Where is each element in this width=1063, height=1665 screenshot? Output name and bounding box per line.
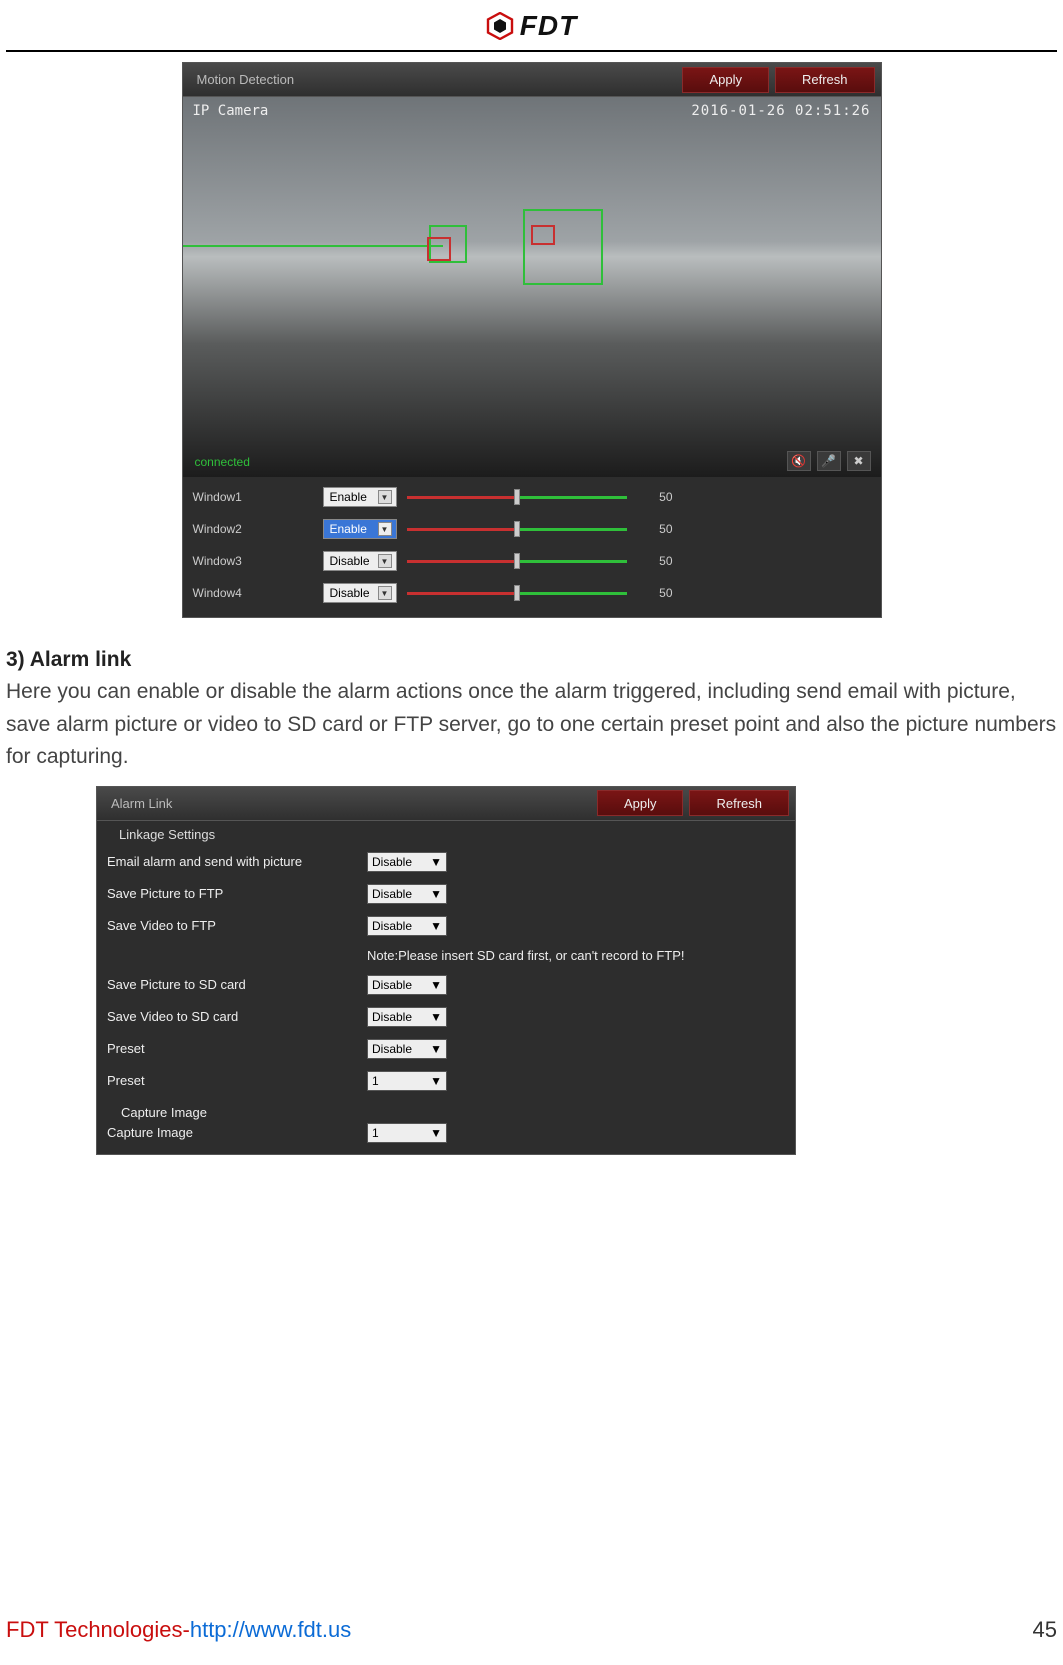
detection-zone-2[interactable]: [523, 209, 603, 285]
window-row-1: Window1 Enable▼ 50: [193, 481, 871, 513]
camera-status: connected: [195, 455, 250, 469]
window-row-2: Window2 Enable▼ 50: [193, 513, 871, 545]
window3-mode-select[interactable]: Disable▼: [323, 551, 397, 571]
motion-detection-panel: Motion Detection Apply Refresh IP Camera…: [182, 62, 882, 618]
save-pic-sd-label: Save Picture to SD card: [107, 977, 367, 992]
apply-button[interactable]: Apply: [682, 67, 769, 93]
window1-label: Window1: [193, 490, 313, 504]
motion-marker-2: [531, 225, 555, 245]
window-row-4: Window4 Disable▼ 50: [193, 577, 871, 609]
mute-icon[interactable]: 🔇: [787, 451, 811, 471]
chevron-down-icon: ▼: [430, 919, 442, 933]
page-number: 45: [1033, 1617, 1057, 1643]
chevron-down-icon: ▼: [378, 586, 392, 600]
window3-label: Window3: [193, 554, 313, 568]
mic-off-icon[interactable]: 🎤: [817, 451, 841, 471]
chevron-down-icon: ▼: [430, 855, 442, 869]
window4-mode-select[interactable]: Disable▼: [323, 583, 397, 603]
email-alarm-select[interactable]: Disable▼: [367, 852, 447, 872]
row-save-vid-sd: Save Video to SD card Disable▼: [97, 1001, 795, 1033]
preset-num-select[interactable]: 1▼: [367, 1071, 447, 1091]
refresh-button[interactable]: Refresh: [775, 67, 875, 93]
row-save-vid-ftp: Save Video to FTP Disable▼: [97, 910, 795, 942]
fdt-logo-icon: [486, 12, 514, 40]
window2-slider[interactable]: [407, 526, 627, 532]
email-alarm-label: Email alarm and send with picture: [107, 854, 367, 869]
motion-marker-1: [427, 237, 451, 261]
chevron-down-icon: ▼: [430, 1074, 442, 1088]
motion-title: Motion Detection: [183, 72, 683, 87]
window1-mode-select[interactable]: Enable▼: [323, 487, 397, 507]
camera-icon-bar: 🔇 🎤 ✖: [787, 451, 871, 471]
window4-slider[interactable]: [407, 590, 627, 596]
capture-image-label: Capture Image: [107, 1125, 367, 1140]
capture-image-heading: Capture Image: [97, 1097, 795, 1122]
row-capture-image: Capture Image 1▼: [97, 1122, 795, 1154]
chevron-down-icon: ▼: [378, 522, 392, 536]
row-preset-mode: Preset Disable▼: [97, 1033, 795, 1065]
row-save-pic-ftp: Save Picture to FTP Disable▼: [97, 878, 795, 910]
camera-label: IP Camera: [193, 103, 269, 119]
save-vid-ftp-select[interactable]: Disable▼: [367, 916, 447, 936]
row-preset-num: Preset 1▼: [97, 1065, 795, 1097]
window1-value: 50: [637, 490, 673, 504]
footer-url[interactable]: http://www.fdt.us: [190, 1617, 351, 1642]
refresh-button[interactable]: Refresh: [689, 790, 789, 816]
window3-slider[interactable]: [407, 558, 627, 564]
page-header: FDT: [6, 0, 1057, 52]
alarm-link-panel: Alarm Link Apply Refresh Linkage Setting…: [96, 786, 796, 1155]
chevron-down-icon: ▼: [430, 1126, 442, 1140]
linkage-settings-label: Linkage Settings: [97, 821, 795, 846]
save-pic-sd-select[interactable]: Disable▼: [367, 975, 447, 995]
camera-timestamp: 2016-01-26 02:51:26: [691, 103, 870, 119]
window2-label: Window2: [193, 522, 313, 536]
chevron-down-icon: ▼: [430, 887, 442, 901]
alarm-title: Alarm Link: [97, 796, 597, 811]
window2-value: 50: [637, 522, 673, 536]
detection-line: [183, 245, 443, 247]
sd-card-note: Note:Please insert SD card first, or can…: [97, 942, 795, 969]
preset-mode-select[interactable]: Disable▼: [367, 1039, 447, 1059]
chevron-down-icon: ▼: [430, 1042, 442, 1056]
row-save-pic-sd: Save Picture to SD card Disable▼: [97, 969, 795, 1001]
camera-preview: IP Camera 2016-01-26 02:51:26 connected …: [183, 97, 881, 477]
section-heading: 3) Alarm link: [6, 648, 1057, 672]
apply-button[interactable]: Apply: [597, 790, 684, 816]
window-settings: Window1 Enable▼ 50 Window2 Enable▼ 50 Wi…: [183, 477, 881, 617]
tools-icon[interactable]: ✖: [847, 451, 871, 471]
chevron-down-icon: ▼: [378, 490, 392, 504]
save-vid-ftp-label: Save Video to FTP: [107, 918, 367, 933]
preset-num-label: Preset: [107, 1073, 367, 1088]
save-pic-ftp-label: Save Picture to FTP: [107, 886, 367, 901]
window1-slider[interactable]: [407, 494, 627, 500]
chevron-down-icon: ▼: [430, 978, 442, 992]
footer-company: FDT Technologies-http://www.fdt.us: [6, 1617, 351, 1643]
chevron-down-icon: ▼: [378, 554, 392, 568]
window4-value: 50: [637, 586, 673, 600]
save-pic-ftp-select[interactable]: Disable▼: [367, 884, 447, 904]
page-footer: FDT Technologies-http://www.fdt.us 45: [6, 1617, 1057, 1643]
row-email-alarm: Email alarm and send with picture Disabl…: [97, 846, 795, 878]
window3-value: 50: [637, 554, 673, 568]
window2-mode-select[interactable]: Enable▼: [323, 519, 397, 539]
window-row-3: Window3 Disable▼ 50: [193, 545, 871, 577]
capture-image-select[interactable]: 1▼: [367, 1123, 447, 1143]
alarm-titlebar: Alarm Link Apply Refresh: [97, 787, 795, 821]
section-paragraph: Here you can enable or disable the alarm…: [6, 676, 1057, 774]
preset-mode-label: Preset: [107, 1041, 367, 1056]
brand-logo: FDT: [486, 10, 577, 42]
window4-label: Window4: [193, 586, 313, 600]
brand-name: FDT: [520, 10, 577, 42]
save-vid-sd-select[interactable]: Disable▼: [367, 1007, 447, 1027]
chevron-down-icon: ▼: [430, 1010, 442, 1024]
motion-titlebar: Motion Detection Apply Refresh: [183, 63, 881, 97]
save-vid-sd-label: Save Video to SD card: [107, 1009, 367, 1024]
